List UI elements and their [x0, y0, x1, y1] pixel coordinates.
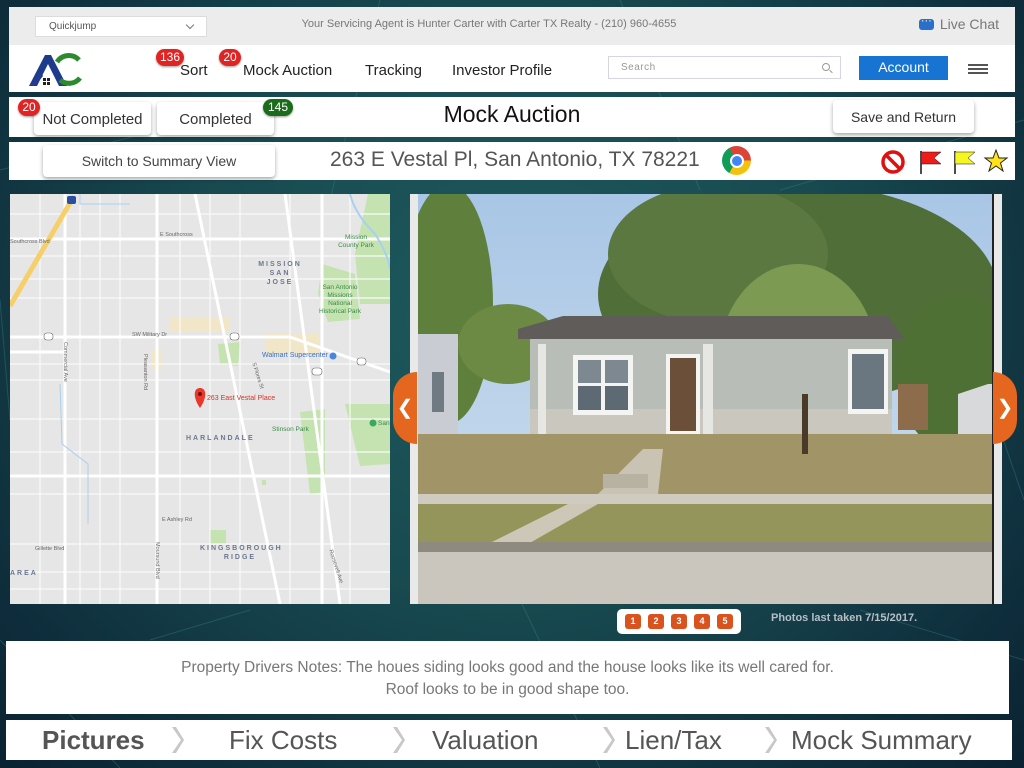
map-pin-label: 263 East Vestal Place: [207, 395, 276, 402]
property-photo[interactable]: [418, 194, 994, 604]
search-placeholder: Search: [621, 62, 656, 73]
servicing-agent-text: Your Servicing Agent is Hunter Carter wi…: [301, 18, 677, 30]
map-street-label: Gillette Blvd: [35, 546, 65, 552]
nav-sort[interactable]: Sort: [180, 62, 208, 79]
chevron-right-icon: [765, 727, 777, 753]
tab-label: Completed: [179, 111, 252, 128]
not-completed-count-badge: 20: [18, 99, 40, 116]
map-street-label: Pleasanton Rd: [142, 354, 148, 391]
property-pin-icon: [194, 388, 206, 408]
map-streets: [10, 194, 390, 604]
interstate-shield: [67, 196, 76, 204]
save-and-return-button[interactable]: Save and Return: [833, 100, 974, 133]
property-map[interactable]: Southcross Blvd E Southcross SW Military…: [10, 194, 390, 604]
map-area-label: HARLANDALE: [186, 435, 255, 442]
hamburger-icon[interactable]: [968, 64, 988, 74]
nav-investor-profile[interactable]: Investor Profile: [452, 62, 552, 79]
account-button[interactable]: Account: [859, 56, 948, 80]
map-street-label: Southcross Blvd: [10, 239, 50, 245]
ac-logo[interactable]: [27, 50, 85, 88]
red-flag-icon[interactable]: [917, 147, 945, 175]
map-poi-label: Walmart Supercenter: [262, 352, 328, 359]
live-chat-label: Live Chat: [939, 16, 999, 32]
map-street-label: Moursund Blvd: [154, 542, 160, 579]
map-area-label: AREA: [10, 570, 38, 577]
workflow-steps: Pictures Fix Costs Valuation Lien/Tax Mo…: [6, 720, 1012, 760]
photo-page-3[interactable]: 3: [671, 614, 687, 629]
property-address: 263 E Vestal Pl, San Antonio, TX 78221: [330, 148, 700, 171]
map-street-label: Commercial Ave: [62, 342, 68, 382]
tab-label: Not Completed: [42, 111, 143, 128]
map-park-area: [262, 480, 266, 485]
walmart-pin-icon: [329, 352, 337, 360]
photo-page-5[interactable]: 5: [717, 614, 733, 629]
photo-page-4[interactable]: 4: [694, 614, 710, 629]
next-photo-button[interactable]: ❯: [993, 372, 1017, 444]
step-mock-summary[interactable]: Mock Summary: [791, 725, 972, 756]
tab-not-completed[interactable]: Not Completed: [34, 102, 151, 135]
highway-shield: [356, 357, 367, 366]
chevron-right-icon: [603, 727, 615, 753]
map-park-label: Mission County Park: [338, 234, 374, 249]
highway-shield: [311, 367, 323, 376]
map-park-label: San: [378, 420, 390, 427]
nav-tracking[interactable]: Tracking: [365, 62, 422, 79]
chrome-icon[interactable]: [722, 146, 751, 175]
quickjump-label: Quickjump: [49, 21, 97, 32]
tab-completed[interactable]: Completed: [157, 102, 274, 135]
chat-bubble-icon: [918, 15, 934, 30]
photo-pagination: 1 2 3 4 5: [617, 609, 741, 634]
mock-auction-bar: Mock Auction Not Completed 20 Completed …: [9, 97, 1015, 137]
nav-mock-auction[interactable]: Mock Auction: [243, 62, 332, 79]
step-lien-tax[interactable]: Lien/Tax: [625, 725, 722, 756]
no-entry-icon[interactable]: [879, 147, 907, 175]
switch-summary-view-button[interactable]: Switch to Summary View: [43, 145, 275, 177]
map-street-label: E Ashley Rd: [162, 517, 192, 523]
house-photo-illustration: [418, 194, 992, 604]
notes-line-2: Roof looks to be in good shape too.: [385, 681, 630, 698]
previous-photo-button[interactable]: ❮: [393, 372, 417, 444]
mock-auction-count-badge: 20: [219, 49, 241, 66]
main-navbar: 136 Sort 20 Mock Auction Tracking Invest…: [9, 45, 1015, 92]
star-icon[interactable]: [982, 147, 1010, 175]
map-street-label: E Southcross: [160, 232, 193, 238]
photo-page-1[interactable]: 1: [625, 614, 641, 629]
chevron-right-icon: [393, 727, 405, 753]
map-area-label: MISSION SAN JOSE: [258, 261, 302, 286]
step-fix-costs[interactable]: Fix Costs: [229, 725, 337, 756]
highway-shield: [229, 332, 240, 341]
map-park-label: Stinson Park: [272, 426, 309, 433]
park-pin-icon: [369, 419, 377, 427]
photos-last-taken-text: Photos last taken 7/15/2017.: [771, 612, 918, 624]
search-input[interactable]: Search: [608, 56, 841, 79]
step-valuation[interactable]: Valuation: [432, 725, 539, 756]
highway-shield: [43, 332, 54, 341]
map-park-label: San Antonio Missions National Historical…: [319, 284, 361, 315]
notes-line-1: Property Drivers Notes: The houes siding…: [181, 659, 834, 676]
map-park-area: [345, 404, 390, 466]
map-area-label: KINGSBOROUGH RIDGE: [200, 545, 283, 561]
chevron-down-icon: [185, 20, 195, 30]
photo-page-2[interactable]: 2: [648, 614, 664, 629]
map-street-label: SW Military Dr: [132, 332, 168, 338]
photo-viewer: [410, 194, 1002, 604]
map-park-area: [210, 530, 226, 544]
chevron-right-icon: [172, 727, 184, 753]
search-icon[interactable]: [822, 63, 830, 71]
step-pictures[interactable]: Pictures: [42, 725, 145, 756]
yellow-flag-icon[interactable]: [951, 147, 979, 175]
live-chat-link[interactable]: Live Chat: [918, 15, 999, 32]
top-info-bar: Quickjump Your Servicing Agent is Hunter…: [9, 7, 1015, 45]
property-address-bar: Switch to Summary View 263 E Vestal Pl, …: [9, 142, 1015, 180]
property-notes: Property Drivers Notes: The houes siding…: [6, 641, 1009, 714]
quickjump-dropdown[interactable]: Quickjump: [35, 16, 207, 37]
completed-count-badge: 145: [263, 99, 293, 116]
